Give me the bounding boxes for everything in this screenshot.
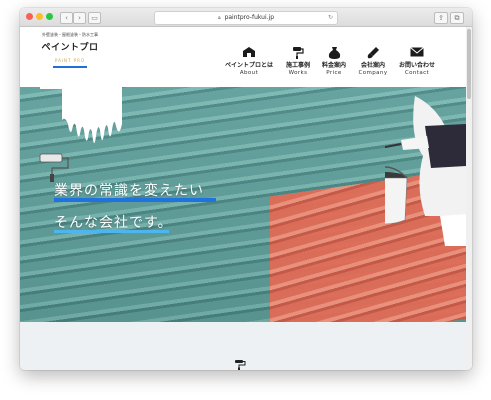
envelope-icon: [410, 45, 424, 59]
forward-button[interactable]: ›: [73, 12, 86, 24]
logo-underline: [53, 66, 87, 68]
scrollbar-thumb[interactable]: [467, 29, 471, 99]
nav-about-en: About: [239, 70, 259, 76]
nav-price-en: Price: [326, 70, 342, 76]
paint-roller-icon: [292, 45, 304, 59]
nav-works[interactable]: 施工事例 Works: [279, 45, 317, 81]
tabs-overview-icon[interactable]: ⧉: [450, 12, 464, 24]
painter-worker-illustration: [385, 96, 466, 246]
logo-name: ペイントプロ: [41, 43, 99, 53]
brush-icon: [367, 45, 380, 59]
nav-about-label: ペイントプロとは: [224, 62, 273, 69]
page-scrollbar[interactable]: [466, 27, 472, 370]
share-icon[interactable]: ⇪: [434, 12, 448, 24]
zoom-window-button[interactable]: [46, 13, 53, 20]
nav-company-en: Company: [358, 70, 388, 76]
nav-works-label: 施工事例: [285, 62, 310, 69]
address-bar[interactable]: 🔒︎ paintpro-fukui.jp ↻: [154, 11, 338, 25]
site-logo[interactable]: 外壁塗装・屋根塗装・防水工事 ペイントプロ PAINT PRO: [40, 29, 100, 89]
address-bar-url: paintpro-fukui.jp: [224, 14, 275, 21]
close-window-button[interactable]: [26, 13, 33, 20]
site-header: 外壁塗装・屋根塗装・防水工事 ペイントプロ PAINT PRO ペイントプロとは…: [20, 27, 472, 89]
nav-company-label: 会社案内: [360, 62, 385, 69]
nav-company[interactable]: 会社案内 Company: [353, 45, 393, 81]
next-section: [20, 322, 466, 370]
back-button[interactable]: ‹: [60, 12, 73, 24]
browser-window: ‹ › ▭ 🔒︎ paintpro-fukui.jp ↻ ⇪ ⧉ 業界の常識を変…: [20, 8, 472, 370]
white-paint-drip: [62, 86, 122, 144]
nav-price-label: 料金案内: [321, 62, 346, 69]
hero-headline: 業界の常識を変えたい: [54, 183, 204, 199]
sidebar-toggle-icon[interactable]: ▭: [88, 12, 101, 24]
nav-price[interactable]: 料金案内 Price: [316, 45, 352, 81]
nav-works-en: Works: [288, 70, 308, 76]
minimize-window-button[interactable]: [36, 13, 43, 20]
nav-about[interactable]: ペイントプロとは About: [223, 45, 275, 81]
hero-subheadline: そんな会社です。: [54, 215, 173, 231]
logo-subtitle: PAINT PRO: [54, 58, 86, 63]
nav-contact-label: お問い合わせ: [398, 62, 435, 69]
lock-icon: 🔒︎: [217, 15, 221, 21]
browser-titlebar: ‹ › ▭ 🔒︎ paintpro-fukui.jp ↻ ⇪ ⧉: [20, 8, 472, 27]
paint-brush-icon: [235, 360, 246, 370]
page-viewport: 業界の常識を変えたい そんな会社です。 外壁塗装・屋根塗装・防水工事 ペイントプ…: [20, 27, 472, 370]
building-icon: [242, 45, 256, 59]
nav-contact-en: Contact: [404, 70, 430, 76]
reload-icon[interactable]: ↻: [328, 12, 333, 24]
money-bag-icon: [328, 45, 341, 59]
paint-roller-illustration: [39, 153, 69, 182]
logo-tagline: 外壁塗装・屋根塗装・防水工事: [42, 32, 98, 37]
nav-contact[interactable]: お問い合わせ Contact: [394, 45, 440, 81]
hero-image: 業界の常識を変えたい そんな会社です。: [20, 86, 466, 322]
